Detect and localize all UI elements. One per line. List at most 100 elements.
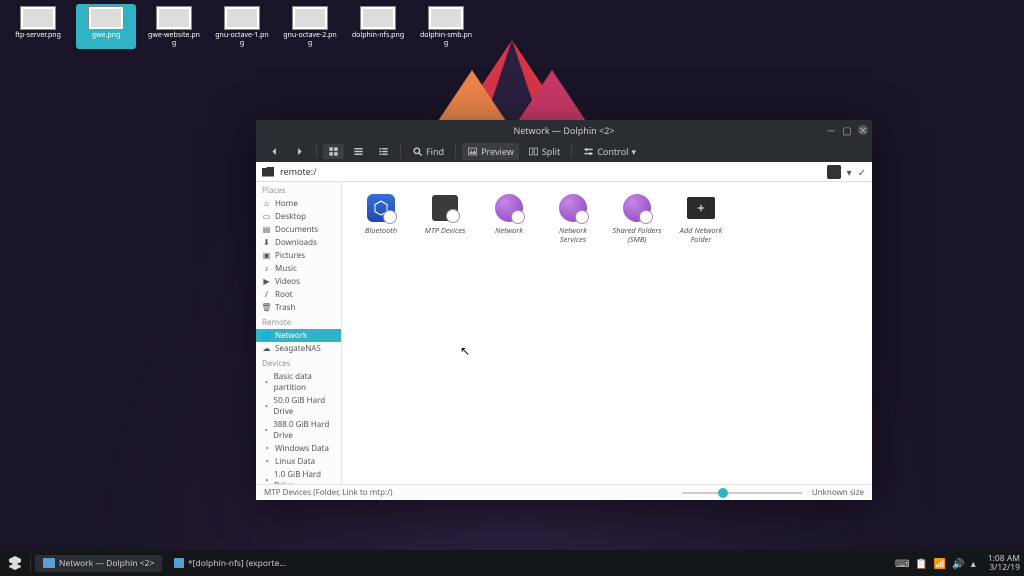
forward-button[interactable]	[289, 144, 310, 159]
sidebar-device-item[interactable]: ◔Windows Data	[256, 442, 341, 455]
folder-icon	[262, 167, 274, 177]
sidebar-item-icon: ◔	[262, 476, 270, 485]
network-item[interactable]: Network Services	[548, 192, 598, 244]
status-text: MTP Devices (Folder, Link to mtp:/)	[264, 487, 682, 498]
sidebar-place-item[interactable]: ♪ Music	[256, 262, 341, 275]
desktop-icon-label: ftp-server.png	[15, 32, 61, 40]
close-button[interactable]: ✕	[858, 125, 868, 135]
clear-address-button[interactable]	[827, 165, 841, 179]
control-button[interactable]: Control ▾	[578, 143, 641, 160]
sidebar-item-label: 50.0 GiB Hard Drive	[274, 395, 335, 417]
find-button[interactable]: Find	[407, 143, 449, 160]
view-compact-button[interactable]	[348, 144, 369, 159]
network-item[interactable]: Network	[484, 192, 534, 244]
desktop-icon[interactable]: dolphin-smb.png	[416, 4, 476, 49]
view-details-button[interactable]	[373, 144, 394, 159]
address-dropdown[interactable]: ▾	[847, 165, 852, 179]
add-folder-icon: +	[687, 197, 715, 219]
sidebar-item-icon: ◔	[262, 378, 270, 387]
sidebar-item-label: Music	[275, 263, 297, 274]
tray-keyboard-icon[interactable]: ⌨	[895, 556, 909, 570]
network-item[interactable]: Shared Folders (SMB)	[612, 192, 662, 244]
network-item[interactable]: ⬡Bluetooth	[356, 192, 406, 244]
window-titlebar[interactable]: Network — Dolphin <2> ─ ▢ ✕	[256, 120, 872, 140]
clock[interactable]: 1:08 AM 3/12/19	[988, 554, 1020, 573]
sidebar-item-label: SeagateNAS	[275, 343, 321, 354]
sidebar-item-icon: ⌂	[262, 199, 271, 208]
remote-header: Remote	[256, 314, 341, 329]
maximize-button[interactable]: ▢	[842, 125, 852, 135]
sidebar-item-label: 1.0 GiB Hard Drive	[274, 469, 335, 484]
desktop-icon[interactable]: gwe.png	[76, 4, 136, 49]
sidebar-device-item[interactable]: ◔388.0 GiB Hard Drive	[256, 418, 341, 442]
sidebar-item-label: Pictures	[275, 250, 305, 261]
taskbar-task[interactable]: *[dolphin-nfs] (exported)-1.0 (...	[166, 555, 296, 572]
sidebar-device-item[interactable]: ◔ 50.0 GiB Hard Drive	[256, 394, 341, 418]
sidebar-item-icon: ♪	[262, 264, 271, 273]
sidebar: Places ⌂Home▭Desktop▤Documents⬇Downloads…	[256, 182, 342, 484]
split-button[interactable]: Split	[523, 143, 565, 160]
tray-network-icon[interactable]: 📶	[934, 556, 946, 570]
sidebar-place-item[interactable]: /Root	[256, 288, 341, 301]
file-thumbnail-icon	[88, 6, 124, 30]
desktop-icon[interactable]: gnu-octave-1.png	[212, 4, 272, 49]
network-item-label: Network Services	[548, 227, 598, 244]
network-item-label: Shared Folders (SMB)	[612, 227, 662, 244]
address-input[interactable]	[280, 165, 821, 178]
sidebar-device-item[interactable]: ◔Linux Data	[256, 455, 341, 468]
sidebar-device-item[interactable]: ◔ Basic data partition	[256, 370, 341, 394]
bluetooth-icon: ⬡	[367, 194, 395, 222]
globe-icon	[623, 194, 651, 222]
sidebar-remote-item[interactable]: 🌐Network	[256, 329, 341, 342]
tray-volume-icon[interactable]: 🔊	[952, 556, 964, 570]
sidebar-item-icon: ◔	[262, 402, 270, 411]
sidebar-place-item[interactable]: ⌂ Home	[256, 197, 341, 210]
file-thumbnail-icon	[428, 6, 464, 30]
sidebar-item-label: Windows Data	[275, 443, 329, 454]
sidebar-place-item[interactable]: ⬇ Downloads	[256, 236, 341, 249]
sidebar-place-item[interactable]: 🗑 Trash	[256, 301, 341, 314]
sidebar-item-icon: 🗑	[262, 303, 271, 312]
sidebar-item-label: Home	[275, 198, 298, 209]
sidebar-item-icon: ◔	[262, 426, 269, 435]
sidebar-item-label: Downloads	[275, 237, 317, 248]
sidebar-item-icon: ▭	[262, 212, 271, 221]
app-launcher[interactable]	[4, 552, 26, 574]
desktop-icon[interactable]: dolphin-nfs.png	[348, 4, 408, 49]
sidebar-item-label: Root	[275, 289, 293, 300]
minimize-button[interactable]: ─	[826, 125, 836, 135]
dolphin-window: Network — Dolphin <2> ─ ▢ ✕ Find Preview…	[256, 120, 872, 500]
network-item[interactable]: +Add Network Folder	[676, 192, 726, 244]
sidebar-place-item[interactable]: ▣Pictures	[256, 249, 341, 262]
desktop-icon[interactable]: gwe-website.png	[144, 4, 204, 49]
address-bar: ▾ ✓	[256, 162, 872, 182]
sidebar-remote-item[interactable]: ☁SeagateNAS	[256, 342, 341, 355]
desktop-icon-label: gwe.png	[92, 32, 121, 40]
address-go-button[interactable]: ✓	[858, 165, 866, 179]
sidebar-place-item[interactable]: ▶Videos	[256, 275, 341, 288]
desktop-icon[interactable]: gnu-octave-2.png	[280, 4, 340, 49]
taskbar-task[interactable]: Network — Dolphin <2>	[35, 555, 162, 572]
preview-button[interactable]: Preview	[462, 143, 519, 160]
sidebar-place-item[interactable]: ▤Documents	[256, 223, 341, 236]
network-item[interactable]: MTP Devices	[420, 192, 470, 244]
tray-chevron-icon[interactable]: ▴	[971, 556, 976, 570]
view-icons-button[interactable]	[323, 144, 344, 159]
sidebar-item-label: Basic data partition	[274, 371, 335, 393]
devices-header: Devices	[256, 355, 341, 370]
sidebar-item-label: Trash	[275, 302, 295, 313]
sidebar-place-item[interactable]: ▭Desktop	[256, 210, 341, 223]
desktop-icon[interactable]: ftp-server.png	[8, 4, 68, 49]
desktop-icon-label: dolphin-smb.png	[418, 32, 474, 47]
toolbar: Find Preview Split Control ▾	[256, 140, 872, 162]
tray-clipboard-icon[interactable]: 📋	[915, 556, 927, 570]
desktop-icon-label: gnu-octave-2.png	[282, 32, 338, 47]
sidebar-device-item[interactable]: ◔ 1.0 GiB Hard Drive	[256, 468, 341, 484]
file-thumbnail-icon	[156, 6, 192, 30]
globe-icon	[495, 194, 523, 222]
back-button[interactable]	[264, 144, 285, 159]
content-area[interactable]: ⬡Bluetooth MTP Devices Network Network Serv…	[342, 182, 872, 484]
sidebar-item-icon: ⬇	[262, 238, 271, 247]
zoom-slider[interactable]	[682, 492, 802, 494]
file-thumbnail-icon	[360, 6, 396, 30]
